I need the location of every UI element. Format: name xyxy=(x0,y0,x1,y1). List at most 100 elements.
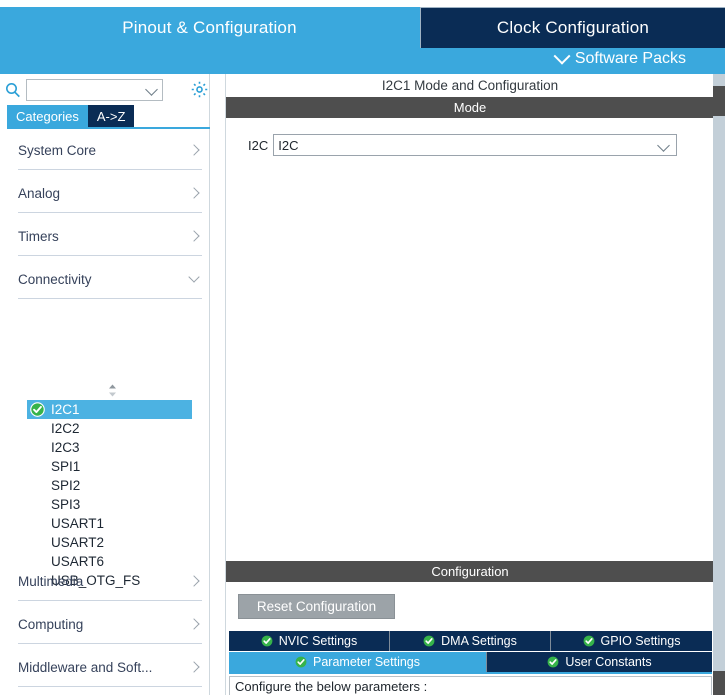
mode-section-body: I2C I2C xyxy=(226,118,714,556)
sidebar-category-middleware[interactable]: Middleware and Soft... xyxy=(18,648,202,687)
tab-parameter-label: Parameter Settings xyxy=(313,655,420,669)
peripheral-item-i2c2[interactable]: I2C2 xyxy=(27,419,192,438)
configuration-section-title: Configuration xyxy=(431,564,509,579)
peripheral-item-spi3[interactable]: SPI3 xyxy=(27,495,192,514)
tab-dma-settings[interactable]: DMA Settings xyxy=(390,631,551,651)
search-row xyxy=(0,74,210,105)
search-input[interactable] xyxy=(29,80,141,99)
sidebar-category-label: Connectivity xyxy=(18,271,92,287)
sidebar-category-label: Multimedia xyxy=(18,573,84,589)
green-check-icon xyxy=(423,635,435,647)
peripheral-label: I2C1 xyxy=(51,402,80,417)
configuration-section-body: Reset Configuration NVIC Settings DMA Se… xyxy=(226,582,714,695)
parameters-note-label: Configure the below parameters : xyxy=(235,679,428,694)
peripheral-label: SPI1 xyxy=(51,459,81,474)
toggle-a-to-z[interactable]: A->Z xyxy=(87,105,135,127)
parameters-note: Configure the below parameters : xyxy=(229,676,712,695)
tab-user-constants[interactable]: User Constants xyxy=(487,652,712,672)
software-packs-menu[interactable]: Software Packs xyxy=(553,47,686,68)
chevron-down-icon xyxy=(188,271,200,283)
sidebar-category-connectivity[interactable]: Connectivity xyxy=(18,260,202,299)
green-check-icon xyxy=(583,635,595,647)
tab-pinout-label: Pinout & Configuration xyxy=(122,17,297,37)
toggle-underline xyxy=(7,127,210,129)
toggle-categories-label: Categories xyxy=(16,108,79,124)
sidebar-category-label: System Core xyxy=(18,142,97,158)
chevron-down-icon xyxy=(553,47,571,65)
tab-pinout-configuration[interactable]: Pinout & Configuration xyxy=(0,7,419,48)
green-check-icon xyxy=(30,402,45,417)
sidebar-category-computing[interactable]: Computing xyxy=(18,605,202,644)
green-check-icon xyxy=(295,656,307,668)
mode-field-row: I2C I2C xyxy=(248,134,678,156)
chevron-right-icon xyxy=(188,661,200,673)
chevron-right-icon xyxy=(188,144,200,156)
stm32cubemx-window: Pinout & Configuration Clock Configurati… xyxy=(0,0,725,695)
top-tab-bar: Pinout & Configuration Clock Configurati… xyxy=(0,7,725,48)
sort-updown-icon[interactable] xyxy=(104,383,120,397)
page-title-label: I2C1 Mode and Configuration xyxy=(381,78,559,93)
peripheral-label: I2C3 xyxy=(51,440,80,455)
tab-user-constants-label: User Constants xyxy=(565,655,652,669)
tab-clock-configuration[interactable]: Clock Configuration xyxy=(420,7,725,48)
peripheral-label: USART2 xyxy=(51,535,105,550)
main-panel: I2C1 Mode and Configuration Mode I2C I2C… xyxy=(225,74,715,695)
config-tab-row-1: NVIC Settings DMA Settings GPIO Settings xyxy=(229,631,712,651)
tab-parameter-settings[interactable]: Parameter Settings xyxy=(229,652,487,672)
peripheral-label: SPI2 xyxy=(51,478,81,493)
software-packs-bar: Software Packs xyxy=(0,47,725,74)
toggle-categories[interactable]: Categories xyxy=(7,105,88,127)
panel-splitter[interactable] xyxy=(211,74,224,695)
sidebar-category-label: Middleware and Soft... xyxy=(18,659,153,675)
green-check-icon xyxy=(547,656,559,668)
tab-nvic-settings[interactable]: NVIC Settings xyxy=(229,631,390,651)
scrollbar-thumb-bottom[interactable] xyxy=(713,671,725,695)
mode-section-title: Mode xyxy=(453,100,487,115)
tab-clock-label: Clock Configuration xyxy=(496,18,650,37)
peripheral-label: I2C2 xyxy=(51,421,80,436)
gear-icon[interactable] xyxy=(188,78,210,100)
peripheral-item-i2c3[interactable]: I2C3 xyxy=(27,438,192,457)
peripheral-label: USART1 xyxy=(51,516,105,531)
view-toggle-group: Categories A->Z xyxy=(7,105,135,127)
peripheral-label: SPI3 xyxy=(51,497,81,512)
chevron-right-icon xyxy=(188,618,200,630)
tab-nvic-label: NVIC Settings xyxy=(278,634,358,648)
sidebar: Categories A->Z System Core Analog Timer… xyxy=(0,74,210,695)
software-packs-label: Software Packs xyxy=(574,50,686,67)
peripheral-item-usart1[interactable]: USART1 xyxy=(27,514,192,533)
chevron-right-icon xyxy=(188,187,200,199)
green-check-icon xyxy=(261,635,273,647)
peripheral-item-spi1[interactable]: SPI1 xyxy=(27,457,192,476)
i2c-mode-select[interactable]: I2C xyxy=(273,134,678,156)
i2c-mode-value: I2C xyxy=(278,137,299,153)
peripheral-item-spi2[interactable]: SPI2 xyxy=(27,476,192,495)
scrollbar-thumb-top[interactable] xyxy=(713,86,725,116)
tab-gpio-settings[interactable]: GPIO Settings xyxy=(551,631,712,651)
chevron-down-icon[interactable] xyxy=(657,139,671,152)
reset-configuration-button[interactable]: Reset Configuration xyxy=(238,594,395,619)
sidebar-category-label: Computing xyxy=(18,616,84,632)
page-title: I2C1 Mode and Configuration xyxy=(226,74,714,97)
tab-dma-label: DMA Settings xyxy=(441,634,517,648)
sidebar-category-multimedia[interactable]: Multimedia xyxy=(18,562,202,601)
sidebar-category-label: Timers xyxy=(18,228,59,244)
toggle-a-to-z-label: A->Z xyxy=(96,108,126,124)
active-tab-underline xyxy=(229,672,712,674)
tab-gpio-label: GPIO Settings xyxy=(600,634,681,648)
chevron-down-icon[interactable] xyxy=(145,82,158,96)
sidebar-category-label: Analog xyxy=(18,185,61,201)
sidebar-category-timers[interactable]: Timers xyxy=(18,217,202,256)
configuration-section-header: Configuration xyxy=(226,561,714,582)
config-tab-row-2: Parameter Settings User Constants xyxy=(229,652,712,672)
peripheral-item-i2c1[interactable]: I2C1 xyxy=(27,400,192,419)
peripheral-item-usart2[interactable]: USART2 xyxy=(27,533,192,552)
sidebar-category-analog[interactable]: Analog xyxy=(18,174,202,213)
vertical-scrollbar[interactable] xyxy=(713,74,725,695)
chevron-right-icon xyxy=(188,230,200,242)
chevron-right-icon xyxy=(188,575,200,587)
mode-field-label: I2C xyxy=(248,137,269,153)
mode-section-header: Mode xyxy=(226,97,714,118)
sidebar-category-system-core[interactable]: System Core xyxy=(18,131,202,170)
search-combobox[interactable] xyxy=(26,78,163,101)
